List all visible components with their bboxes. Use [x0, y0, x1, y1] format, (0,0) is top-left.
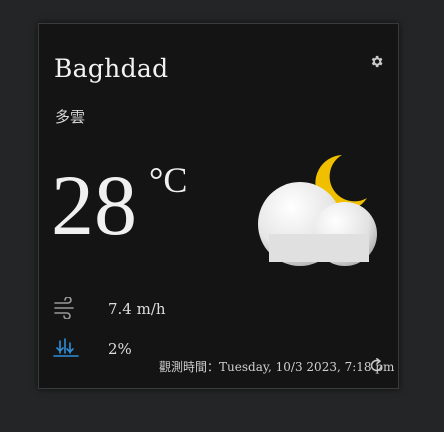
weather-card: Baghdad 多雲 28 °C 7.4 m/h 2% 觀測時間：Tuesday… [38, 23, 399, 389]
wind-icon [54, 297, 74, 319]
observation-time: 觀測時間：Tuesday, 10/3 2023, 7:18 pm [159, 358, 394, 375]
weather-condition: 多雲 [55, 108, 86, 126]
temperature-value: 28 [51, 157, 137, 253]
city-name: Baghdad [54, 54, 169, 83]
temperature-unit: °C [149, 160, 188, 200]
refresh-icon[interactable] [368, 357, 385, 374]
observation-label: 觀測時間： [159, 360, 220, 374]
partly-cloudy-night-icon [258, 155, 377, 266]
wind-speed: 7.4 m/h [108, 300, 166, 318]
humidity-icon [53, 338, 79, 357]
gear-icon[interactable] [369, 54, 384, 69]
humidity-value: 2% [108, 340, 132, 358]
